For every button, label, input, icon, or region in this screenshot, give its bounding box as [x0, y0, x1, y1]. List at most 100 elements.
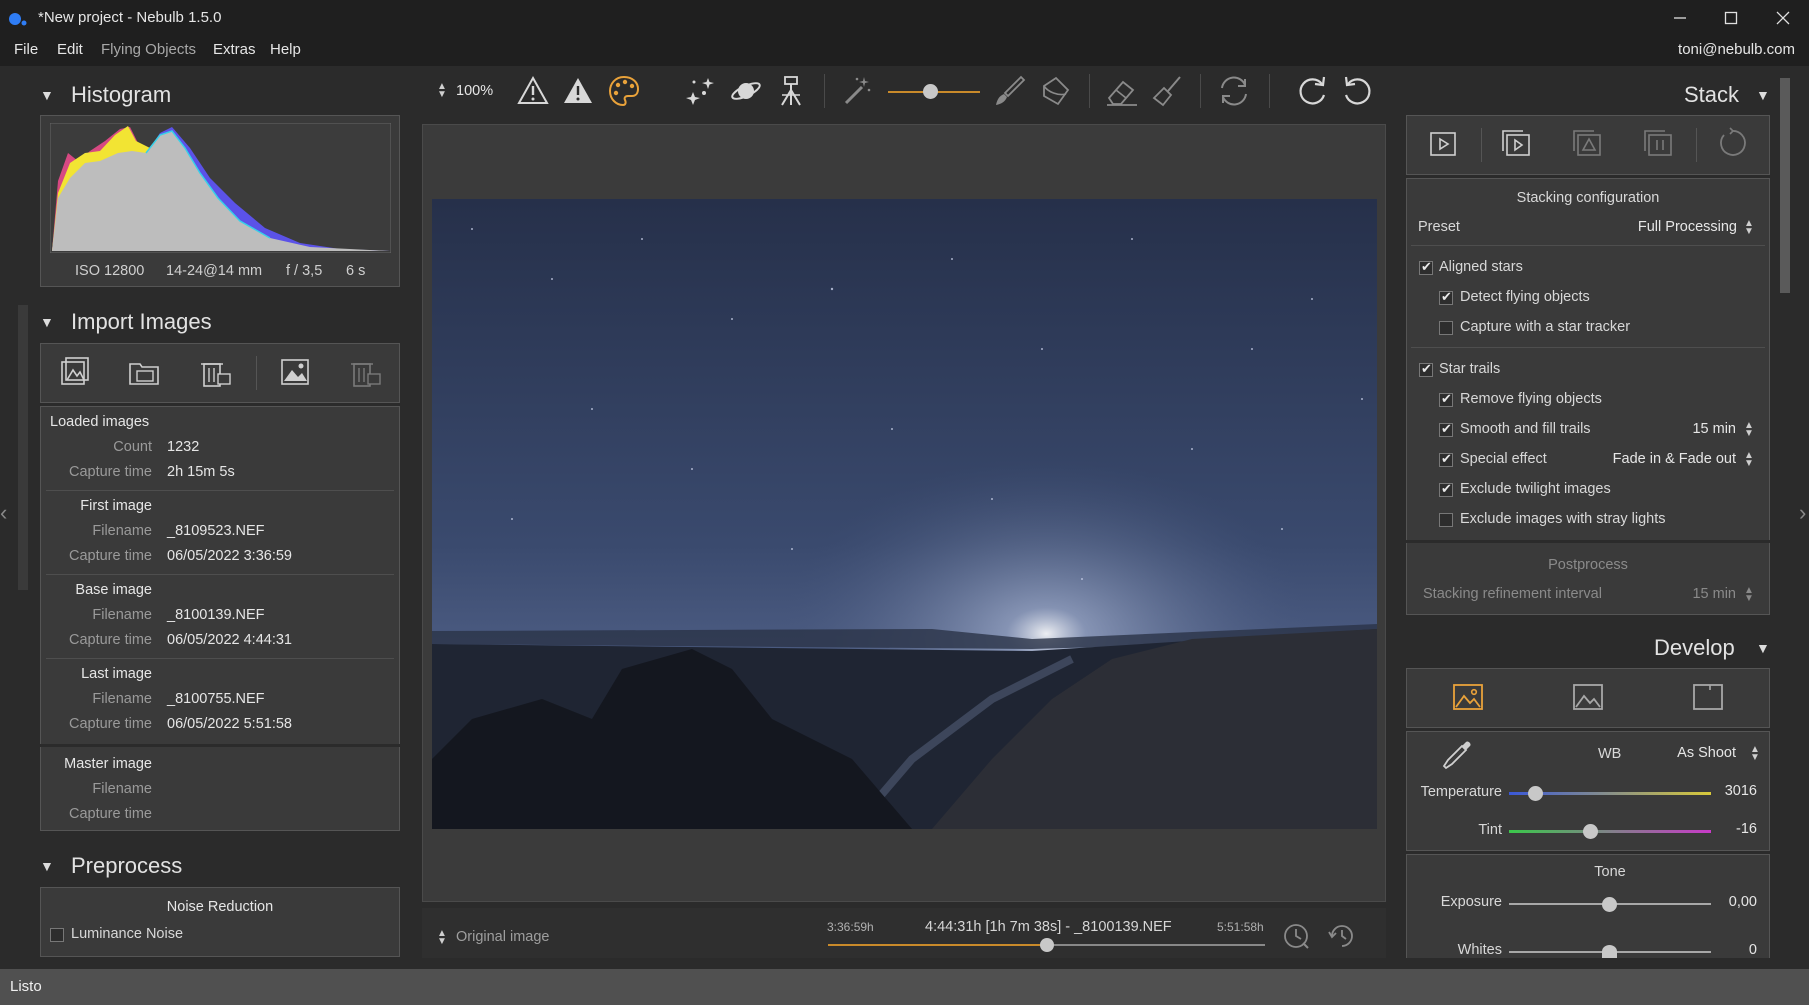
smooth-fill-spinner-icon[interactable]: ▲ ▼	[1744, 421, 1754, 439]
warning-filled-icon[interactable]	[561, 74, 595, 108]
redo-icon[interactable]	[1295, 74, 1329, 108]
first-capture-value: 06/05/2022 3:36:59	[167, 548, 292, 564]
timeline-handle[interactable]	[1039, 938, 1054, 952]
tint-value[interactable]: -16	[1705, 821, 1757, 837]
exclude-twilight-checkbox[interactable]	[1439, 481, 1453, 497]
special-effect-value[interactable]: Fade in & Fade out	[1586, 451, 1736, 467]
play-stack-multi-icon[interactable]	[1499, 127, 1533, 159]
zoom-spinner-icon[interactable]: ▲ ▼	[437, 82, 447, 100]
import-images-icon[interactable]	[58, 356, 90, 388]
brush-icon[interactable]	[993, 74, 1027, 108]
exclude-stray-checkbox[interactable]	[1439, 513, 1453, 527]
stack-pause-icon[interactable]	[1641, 127, 1675, 159]
divider	[1411, 347, 1765, 348]
warning-outline-icon[interactable]	[516, 74, 550, 108]
window-title: *New project - Nebulb 1.5.0	[38, 9, 222, 26]
smooth-fill-checkbox[interactable]	[1439, 421, 1453, 437]
undo-icon[interactable]	[1341, 74, 1375, 108]
temperature-label: Temperature	[1420, 784, 1502, 800]
aligned-stars-checkbox[interactable]	[1419, 259, 1433, 275]
develop-bw-image-icon[interactable]	[1572, 682, 1604, 712]
master-image-heading: Master image	[64, 756, 152, 772]
preview-image[interactable]	[432, 199, 1377, 829]
preset-value[interactable]: Full Processing	[1637, 219, 1737, 235]
planet-icon[interactable]	[729, 74, 763, 108]
collapse-stack-icon[interactable]: ▼	[1756, 87, 1770, 103]
whites-value[interactable]: 0	[1705, 942, 1757, 958]
brush-size-handle[interactable]	[923, 84, 938, 99]
collapse-histogram-icon[interactable]: ▼	[40, 87, 54, 103]
exposure-value[interactable]: 0,00	[1705, 894, 1757, 910]
minimize-button[interactable]	[1657, 4, 1703, 32]
left-scrollbar[interactable]	[18, 305, 28, 590]
previous-time-icon[interactable]	[1281, 921, 1311, 951]
special-effect-spinner-icon[interactable]: ▲ ▼	[1744, 451, 1754, 469]
temperature-value[interactable]: 3016	[1705, 783, 1757, 799]
luminance-noise-label: Luminance Noise	[71, 926, 184, 942]
clear-images-icon[interactable]	[198, 356, 232, 388]
reset-stack-icon[interactable]	[1716, 127, 1748, 159]
palette-icon[interactable]	[607, 74, 641, 108]
last-filename-label: Filename	[92, 691, 152, 707]
tint-handle[interactable]	[1582, 824, 1598, 839]
menu-file[interactable]: File	[14, 41, 38, 58]
menu-edit[interactable]: Edit	[57, 41, 83, 58]
eyedropper-icon[interactable]	[1440, 738, 1474, 772]
collapse-import-icon[interactable]: ▼	[40, 314, 54, 330]
luminance-noise-checkbox[interactable]	[50, 928, 64, 942]
stacking-config-heading: Stacking configuration	[1516, 190, 1660, 206]
tint-slider[interactable]	[1509, 830, 1711, 833]
refresh-icon[interactable]	[1217, 74, 1251, 108]
remove-flying-checkbox[interactable]	[1439, 391, 1453, 407]
develop-crop-icon[interactable]	[1692, 682, 1724, 712]
develop-color-image-icon[interactable]	[1452, 682, 1484, 712]
detect-flying-checkbox[interactable]	[1439, 289, 1453, 305]
view-mode-spinner-icon[interactable]: ▲ ▼	[437, 929, 447, 947]
collapse-preprocess-icon[interactable]: ▼	[40, 858, 54, 874]
magic-wand-icon[interactable]	[840, 74, 874, 108]
refinement-spinner-icon[interactable]: ▲ ▼	[1744, 586, 1754, 604]
eraser-icon[interactable]	[1105, 74, 1139, 108]
stars-icon[interactable]	[684, 74, 718, 108]
refinement-value[interactable]: 15 min	[1650, 586, 1736, 602]
import-folder-icon[interactable]	[128, 356, 162, 388]
detect-flying-label: Detect flying objects	[1460, 289, 1590, 305]
maximize-button[interactable]	[1708, 4, 1754, 32]
star-tracker-checkbox[interactable]	[1439, 321, 1453, 335]
user-account[interactable]: toni@nebulb.com	[1678, 41, 1795, 58]
stack-triangle-icon[interactable]	[1570, 127, 1604, 159]
wb-value[interactable]: As Shoot	[1660, 745, 1736, 761]
tripod-icon[interactable]	[774, 74, 808, 108]
divider	[1406, 540, 1770, 543]
play-stack-icon[interactable]	[1428, 129, 1458, 159]
preset-spinner-icon[interactable]: ▲ ▼	[1744, 219, 1754, 237]
delete-master-icon[interactable]	[348, 356, 382, 388]
broom-icon[interactable]	[1150, 74, 1184, 108]
right-scrollbar[interactable]	[1780, 78, 1790, 293]
menu-extras[interactable]: Extras	[213, 41, 256, 58]
collapse-left-icon[interactable]: ‹	[0, 500, 10, 540]
preset-label: Preset	[1418, 219, 1460, 235]
toolbar-separator	[824, 74, 825, 108]
menu-help[interactable]: Help	[270, 41, 301, 58]
whites-handle[interactable]	[1602, 945, 1617, 958]
collapse-right-icon[interactable]: ›	[1799, 500, 1806, 526]
import-toolbar-separator	[256, 356, 257, 390]
menu-flying-objects[interactable]: Flying Objects	[101, 41, 196, 58]
close-button[interactable]	[1760, 4, 1806, 32]
timeline-end: 5:51:58h	[1217, 920, 1264, 934]
special-effect-checkbox[interactable]	[1439, 451, 1453, 467]
stack-toolbar-separator	[1481, 128, 1482, 162]
bucket-icon[interactable]	[1038, 74, 1072, 108]
smooth-fill-value[interactable]: 15 min	[1650, 421, 1736, 437]
exposure-handle[interactable]	[1602, 897, 1617, 912]
collapse-develop-icon[interactable]: ▼	[1756, 640, 1770, 656]
history-icon[interactable]	[1327, 921, 1357, 951]
zoom-level[interactable]: 100%	[456, 83, 493, 99]
toolbar-separator	[1200, 74, 1201, 108]
master-image-icon[interactable]	[279, 356, 311, 388]
star-trails-label: Star trails	[1439, 361, 1501, 377]
star-trails-checkbox[interactable]	[1419, 361, 1433, 377]
view-mode-label[interactable]: Original image	[456, 929, 550, 945]
wb-spinner-icon[interactable]: ▲ ▼	[1750, 745, 1760, 763]
